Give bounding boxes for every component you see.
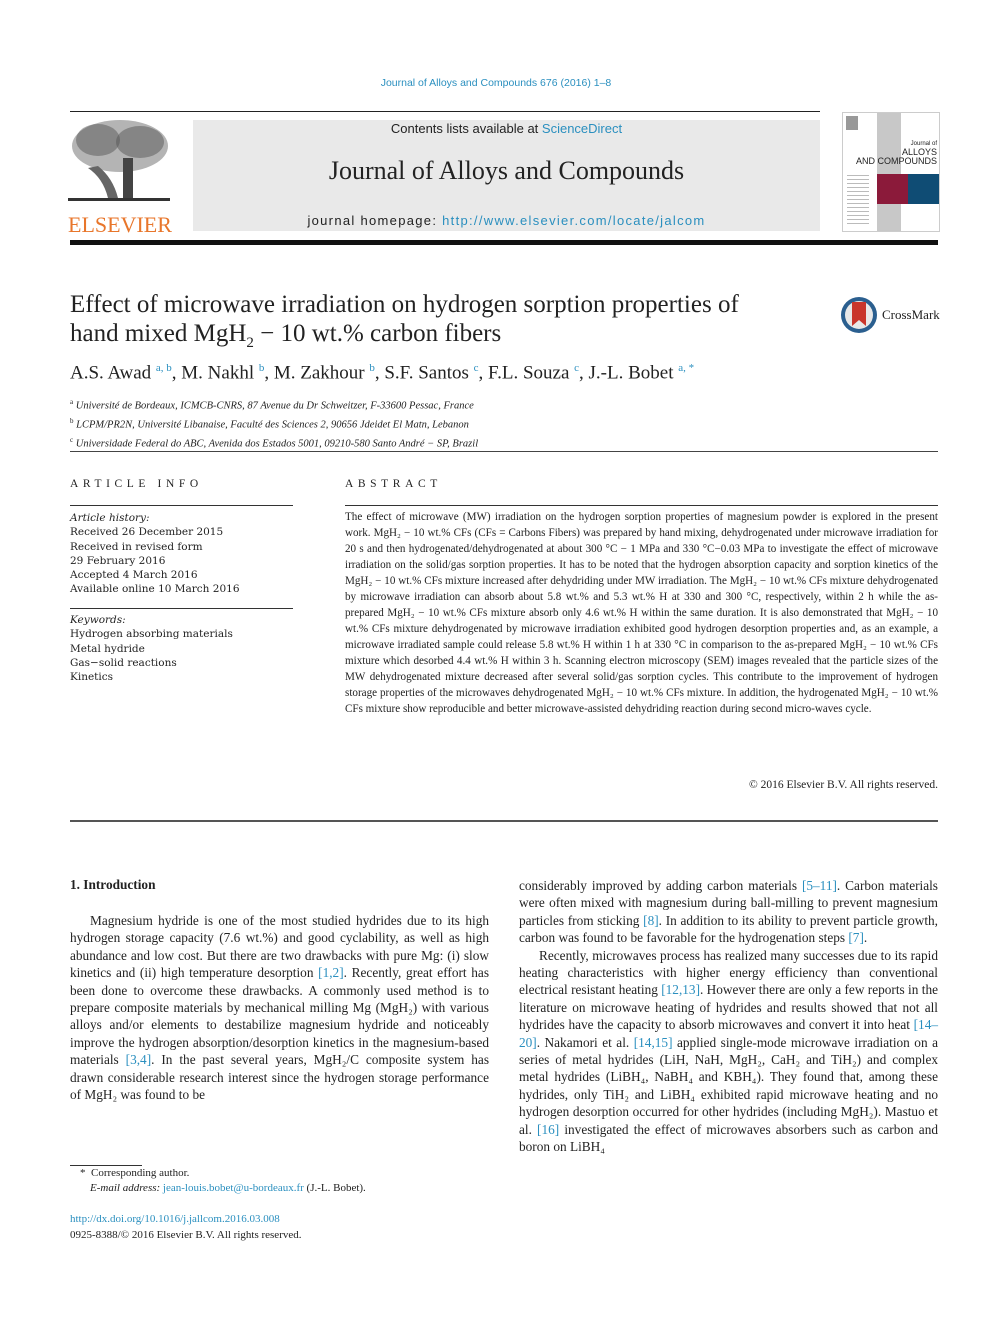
author-name[interactable]: F.L. Souza bbox=[488, 362, 574, 383]
affiliation-line: c Universidade Federal do ABC, Avenida d… bbox=[70, 436, 479, 450]
history-entry: Received 26 December 2015 bbox=[70, 526, 224, 539]
journal-cover[interactable]: Journal of ALLOYS AND COMPOUNDS bbox=[842, 112, 940, 232]
running-header[interactable]: Journal of Alloys and Compounds 676 (201… bbox=[0, 77, 992, 89]
article-history: Article history: Received 26 December 20… bbox=[70, 511, 295, 597]
homepage-link[interactable]: http://www.elsevier.com/locate/jalcom bbox=[442, 213, 705, 228]
citation-link[interactable]: [12,13] bbox=[661, 982, 700, 997]
article-info-rule bbox=[70, 505, 293, 506]
affiliation-marker[interactable]: a, b bbox=[156, 362, 172, 374]
keywords: Keywords: Hydrogen absorbing materials Me… bbox=[70, 613, 295, 684]
keyword: Kinetics bbox=[70, 671, 114, 684]
affiliation-marker[interactable]: b bbox=[259, 362, 265, 374]
citation-link[interactable]: [5–11] bbox=[802, 878, 837, 893]
elsevier-wordmark: ELSEVIER bbox=[68, 212, 172, 237]
citation-link[interactable]: [14–20] bbox=[519, 1017, 938, 1049]
keyword: Hydrogen absorbing materials bbox=[70, 628, 233, 641]
author-email-link[interactable]: jean-louis.bobet@u-bordeaux.fr bbox=[163, 1182, 304, 1194]
author-list: A.S. Awad a, b, M. Nakhl b, M. Zakhour b… bbox=[70, 362, 695, 384]
doi-block: http://dx.doi.org/10.1016/j.jallcom.2016… bbox=[70, 1211, 302, 1243]
affiliation-marker[interactable]: a, * bbox=[678, 362, 694, 374]
author-name[interactable]: M. Zakhour bbox=[274, 362, 370, 383]
history-entry: Received in revised form bbox=[70, 540, 203, 553]
cover-blue-block bbox=[908, 174, 939, 204]
keyword: Metal hydride bbox=[70, 642, 145, 655]
section-rule bbox=[70, 451, 938, 452]
article-title: Effect of microwave irradiation on hydro… bbox=[70, 291, 739, 351]
abstract-rule bbox=[345, 505, 938, 506]
elsevier-logo[interactable]: ELSEVIER bbox=[68, 118, 172, 237]
tree-icon bbox=[68, 118, 170, 204]
citation-link[interactable]: [1,2] bbox=[318, 965, 343, 980]
affiliation-marker[interactable]: c bbox=[474, 362, 479, 374]
contents-line: Contents lists available at ScienceDirec… bbox=[390, 121, 623, 136]
intro-right-column: considerably improved by adding carbon m… bbox=[519, 877, 938, 1156]
affiliation-line: b LCPM/PR2N, Université Libanaise, Facul… bbox=[70, 417, 469, 431]
author-name[interactable]: M. Nakhl bbox=[181, 362, 259, 383]
cover-red-block bbox=[877, 174, 908, 204]
header-rule bbox=[70, 111, 820, 112]
abstract-end-rule bbox=[70, 820, 938, 822]
crossmark-button[interactable]: CrossMark bbox=[840, 295, 950, 335]
cover-contents-list bbox=[847, 175, 869, 225]
crossmark-icon bbox=[841, 297, 877, 333]
history-entry: 29 February 2016 bbox=[70, 554, 166, 567]
intro-paragraph: considerably improved by adding carbon m… bbox=[519, 878, 939, 946]
affiliation-line: a Université de Bordeaux, ICMCB-CNRS, 87… bbox=[70, 398, 474, 412]
author-name[interactable]: A.S. Awad bbox=[70, 362, 156, 383]
introduction-heading: 1. Introduction bbox=[70, 877, 156, 892]
affiliations: a Université de Bordeaux, ICMCB-CNRS, 87… bbox=[70, 395, 478, 452]
abstract-heading: ABSTRACT bbox=[345, 478, 442, 490]
journal-title: Journal of Alloys and Compounds bbox=[328, 156, 685, 185]
cover-gray-band bbox=[877, 113, 901, 231]
issn-copyright: 0925-8388/© 2016 Elsevier B.V. All right… bbox=[70, 1229, 302, 1241]
citation-link[interactable]: [14,15] bbox=[634, 1035, 673, 1050]
author-name[interactable]: J.-L. Bobet bbox=[589, 362, 679, 383]
affiliation-marker[interactable]: c bbox=[574, 362, 579, 374]
history-entry: Available online 10 March 2016 bbox=[70, 583, 240, 596]
article-info-heading: ARTICLE INFO bbox=[70, 478, 203, 490]
citation-link[interactable]: [7] bbox=[848, 930, 864, 945]
cover-elsevier-icon bbox=[846, 116, 858, 130]
masthead-rule bbox=[70, 240, 938, 245]
journal-homepage: journal homepage: http://www.elsevier.co… bbox=[307, 213, 706, 228]
sciencedirect-link[interactable]: ScienceDirect bbox=[542, 121, 622, 136]
citation-link[interactable]: [8] bbox=[643, 913, 659, 928]
corresponding-author-note: * Corresponding author. E-mail address: … bbox=[80, 1167, 366, 1194]
keyword: Gas−solid reactions bbox=[70, 656, 177, 669]
keywords-rule bbox=[70, 608, 293, 609]
citation-link[interactable]: [16] bbox=[537, 1122, 559, 1137]
cover-title: Journal of ALLOYS AND COMPOUNDS bbox=[855, 141, 937, 166]
affiliation-marker[interactable]: b bbox=[369, 362, 375, 374]
doi-link[interactable]: http://dx.doi.org/10.1016/j.jallcom.2016… bbox=[70, 1211, 302, 1227]
history-entry: Accepted 4 March 2016 bbox=[70, 569, 198, 582]
citation-link[interactable]: [3,4] bbox=[126, 1052, 151, 1067]
intro-left-column: Magnesium hydride is one of the most stu… bbox=[70, 912, 489, 1103]
abstract-text: The effect of microwave (MW) irradiation… bbox=[345, 511, 938, 715]
intro-paragraph: Magnesium hydride is one of the most stu… bbox=[70, 913, 490, 1103]
author-name[interactable]: S.F. Santos bbox=[384, 362, 473, 383]
intro-paragraph: Recently, microwaves process has realize… bbox=[519, 947, 939, 1155]
abstract-copyright: © 2016 Elsevier B.V. All rights reserved… bbox=[749, 779, 938, 791]
